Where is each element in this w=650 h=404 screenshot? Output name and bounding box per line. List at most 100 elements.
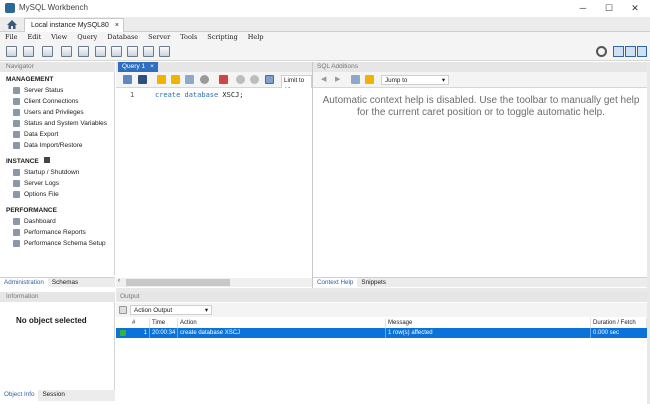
nav-client-connections[interactable]: Client Connections (13, 98, 79, 105)
commit-icon[interactable] (236, 75, 245, 84)
nav-server-logs[interactable]: Server Logs (13, 180, 59, 187)
menu-tools[interactable]: Tools (175, 32, 202, 43)
nav-options-file[interactable]: Options File (13, 191, 59, 198)
toggle-error-icon[interactable] (219, 75, 228, 84)
nav-performance-schema[interactable]: Performance Schema Setup (13, 240, 106, 247)
query-tab-label: Query 1 (122, 63, 146, 70)
tab-administration[interactable]: Administration (0, 278, 48, 287)
schema-setup-icon (13, 240, 20, 247)
sql-editor[interactable]: 1 create database XSCJ; (116, 88, 312, 276)
reports-icon (13, 229, 20, 236)
instance-title: INSTANCE (6, 157, 50, 165)
close-button[interactable]: ✕ (622, 2, 648, 15)
output-header-row: # Time Action Message Duration / Fetch (116, 318, 647, 328)
client-connections-icon (13, 98, 20, 105)
title-bar: MySQL Workbench ─ ☐ ✕ (0, 0, 650, 17)
nav-label: Dashboard (24, 218, 56, 225)
col-action[interactable]: Action (178, 318, 386, 328)
scroll-left-icon[interactable]: ‹ (118, 278, 120, 284)
tab-schemas[interactable]: Schemas (48, 278, 82, 287)
instance-icon (43, 157, 50, 163)
menu-edit[interactable]: Edit (23, 32, 47, 43)
scrollbar-thumb[interactable] (126, 279, 230, 286)
tab-snippets[interactable]: Snippets (357, 278, 390, 287)
editor-horizontal-scrollbar[interactable]: ‹ (116, 278, 312, 287)
menu-scripting[interactable]: Scripting (202, 32, 242, 43)
connection-tab[interactable]: Local instance MySQL80 × (24, 18, 124, 32)
nav-dashboard[interactable]: Dashboard (13, 218, 56, 225)
back-icon[interactable]: ◀ (321, 75, 326, 83)
chevron-down-icon: ▾ (204, 307, 208, 314)
menu-file[interactable]: File (0, 32, 23, 43)
explain-icon[interactable] (185, 75, 194, 84)
rollback-icon[interactable] (250, 75, 259, 84)
new-sql-tab-icon[interactable] (6, 46, 17, 57)
execute-icon[interactable] (157, 75, 166, 84)
export-icon (13, 131, 20, 138)
reconnect-icon[interactable] (159, 46, 170, 57)
table-row[interactable]: 1 20:00:34 create database XSCJ 1 row(s)… (116, 328, 647, 338)
execute-current-icon[interactable] (171, 75, 180, 84)
toggle-output-icon[interactable] (625, 46, 636, 57)
create-procedure-icon[interactable] (111, 46, 122, 57)
open-file-icon[interactable] (123, 75, 132, 84)
create-function-icon[interactable] (127, 46, 138, 57)
output-type-label: Action Output (134, 307, 173, 314)
output-menu-icon[interactable] (119, 306, 127, 314)
nav-data-import[interactable]: Data Import/Restore (13, 142, 83, 149)
gear-icon[interactable] (596, 46, 607, 57)
users-icon (13, 109, 20, 116)
menu-view[interactable]: View (46, 32, 72, 43)
nav-server-status[interactable]: Server Status (13, 87, 63, 94)
col-duration[interactable]: Duration / Fetch (591, 318, 647, 328)
query-tab-bar: Query 1 × (116, 62, 312, 72)
tab-object-info[interactable]: Object Info (0, 390, 39, 401)
autocommit-icon[interactable] (265, 75, 274, 84)
toggle-secondary-sidebar-icon[interactable] (637, 46, 647, 57)
open-inspector-icon[interactable] (42, 46, 53, 57)
query-tab[interactable]: Query 1 × (118, 62, 158, 72)
menu-bar: File Edit View Query Database Server Too… (0, 32, 650, 43)
close-tab-icon[interactable]: × (115, 19, 119, 32)
col-time[interactable]: Time (150, 318, 178, 328)
home-icon[interactable] (6, 19, 18, 30)
navigator-tabs: Administration Schemas (0, 277, 115, 287)
jump-to-select[interactable]: Jump to ▾ (381, 75, 449, 85)
nav-users-privileges[interactable]: Users and Privileges (13, 109, 84, 116)
create-schema-icon[interactable] (61, 46, 72, 57)
jump-to-label: Jump to (385, 77, 408, 84)
sql-additions-toolbar: ◀ ▶ Jump to ▾ (313, 72, 647, 88)
nav-label: Data Import/Restore (24, 142, 83, 149)
manual-help-icon[interactable] (351, 75, 360, 84)
open-sql-script-icon[interactable] (23, 46, 34, 57)
stop-icon[interactable] (200, 75, 209, 84)
close-query-tab-icon[interactable]: × (150, 62, 154, 72)
nav-status-variables[interactable]: Status and System Variables (13, 120, 107, 127)
sql-additions-header: SQL Additions (313, 62, 647, 72)
forward-icon[interactable]: ▶ (335, 75, 340, 83)
menu-help[interactable]: Help (243, 32, 269, 43)
create-view-icon[interactable] (95, 46, 106, 57)
menu-query[interactable]: Query (72, 32, 102, 43)
search-table-data-icon[interactable] (143, 46, 154, 57)
auto-help-icon[interactable] (365, 75, 374, 84)
tab-context-help[interactable]: Context Help (313, 278, 358, 287)
context-help-text: Automatic context help is disabled. Use … (322, 95, 640, 118)
wrench-icon (13, 191, 20, 198)
tab-session[interactable]: Session (38, 390, 68, 401)
menu-database[interactable]: Database (102, 32, 143, 43)
code-text: XSCJ; (218, 91, 244, 99)
maximize-button[interactable]: ☐ (596, 2, 622, 15)
minimize-button[interactable]: ─ (570, 2, 596, 15)
col-message[interactable]: Message (386, 318, 591, 328)
nav-data-export[interactable]: Data Export (13, 131, 58, 138)
col-number[interactable]: # (130, 318, 150, 328)
save-icon[interactable] (138, 75, 147, 84)
toggle-sidebar-icon[interactable] (613, 46, 624, 57)
connection-tab-bar: Local instance MySQL80 × (0, 17, 650, 32)
nav-performance-reports[interactable]: Performance Reports (13, 229, 86, 236)
nav-startup-shutdown[interactable]: Startup / Shutdown (13, 169, 79, 176)
output-type-select[interactable]: Action Output ▾ (130, 305, 212, 315)
menu-server[interactable]: Server (143, 32, 175, 43)
create-table-icon[interactable] (78, 46, 89, 57)
